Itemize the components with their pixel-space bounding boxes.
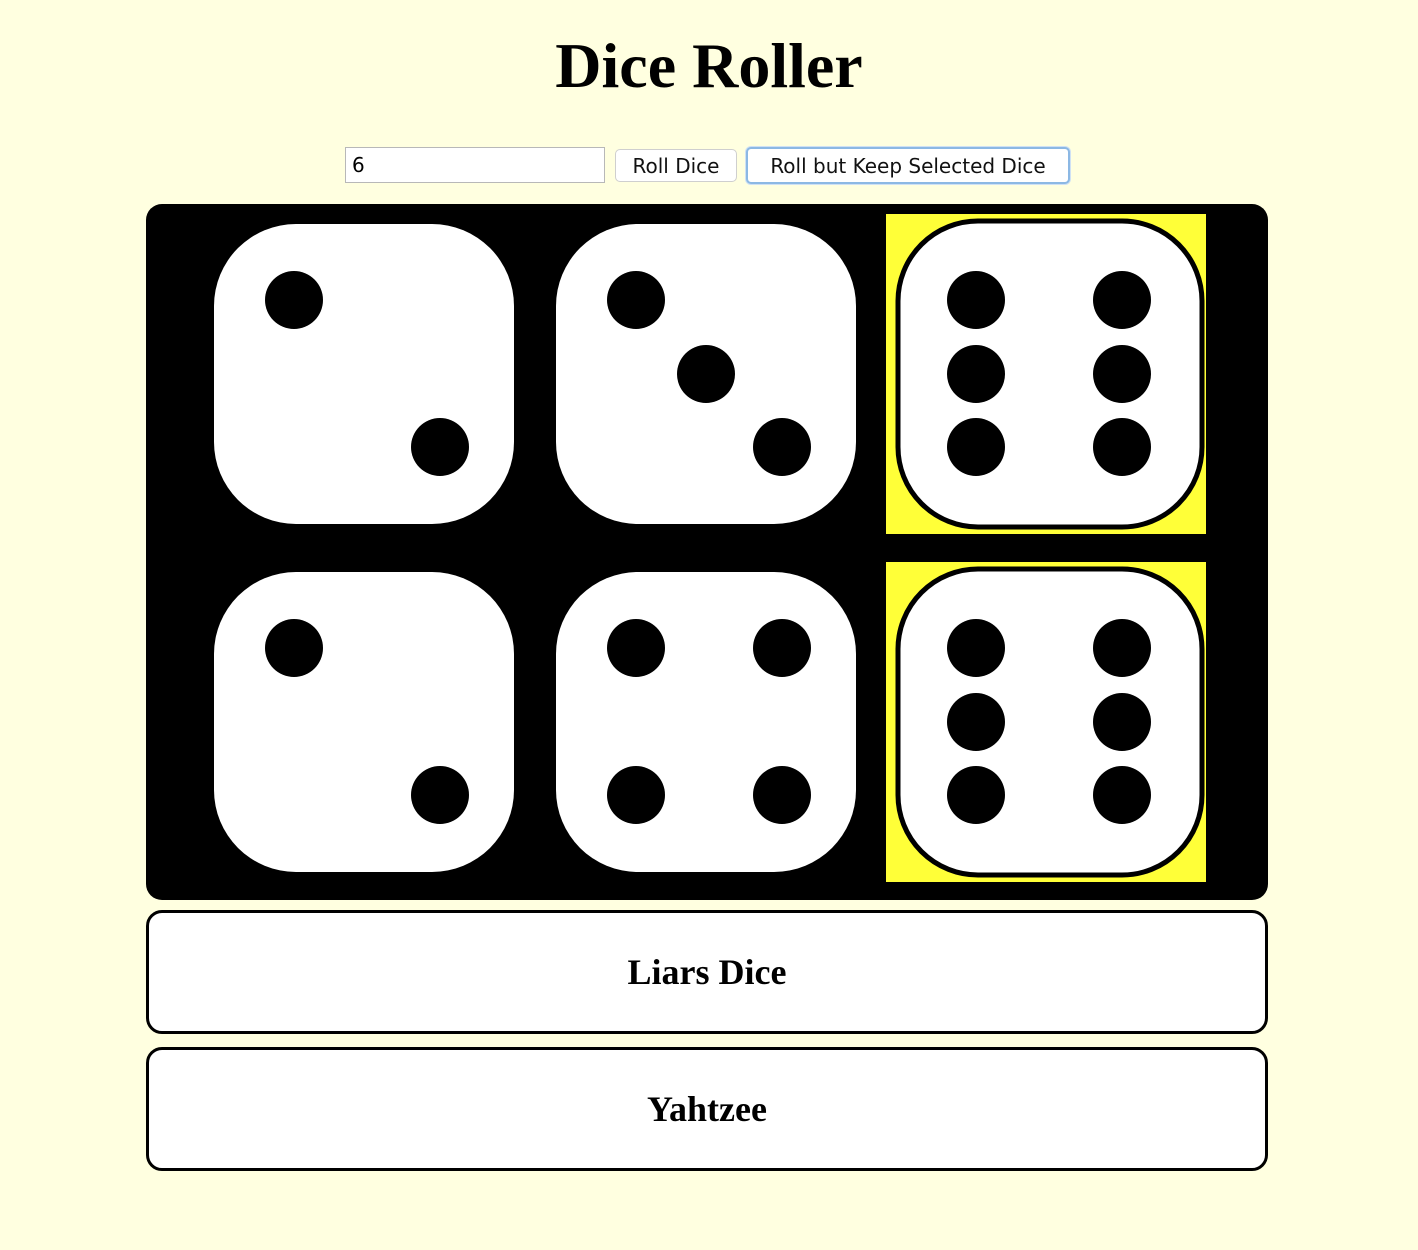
die-pip <box>1093 619 1151 677</box>
die-pip <box>753 418 811 476</box>
die-pip <box>1093 766 1151 824</box>
die-pip <box>411 418 469 476</box>
die-pip <box>947 766 1005 824</box>
die-body <box>556 572 856 872</box>
die-face <box>556 572 856 872</box>
die-pip <box>677 345 735 403</box>
die-pip <box>607 619 665 677</box>
liars-dice-button[interactable]: Liars Dice <box>146 910 1268 1034</box>
die-pip <box>411 766 469 824</box>
die-six-held[interactable] <box>886 214 1206 534</box>
die-pip <box>607 271 665 329</box>
die-face <box>214 224 514 524</box>
die-face <box>895 218 1205 530</box>
roll-dice-button[interactable]: Roll Dice <box>615 149 737 182</box>
die-pip <box>947 693 1005 751</box>
die-body <box>214 572 514 872</box>
roll-keep-selected-button[interactable]: Roll but Keep Selected Dice <box>746 147 1070 184</box>
die-body <box>895 566 1205 878</box>
die-three[interactable] <box>546 214 866 534</box>
die-pip <box>753 619 811 677</box>
die-pip <box>1093 271 1151 329</box>
die-face <box>895 566 1205 878</box>
die-two[interactable] <box>204 562 524 882</box>
die-four[interactable] <box>546 562 866 882</box>
yahtzee-button[interactable]: Yahtzee <box>146 1047 1268 1171</box>
die-pip <box>947 271 1005 329</box>
die-face <box>214 572 514 872</box>
die-body <box>895 218 1205 530</box>
die-six-held[interactable] <box>886 562 1206 882</box>
dice-count-input[interactable] <box>345 147 605 183</box>
dice-board <box>146 204 1268 900</box>
dice-controls: Roll Dice Roll but Keep Selected Dice <box>0 147 1418 185</box>
die-pip <box>947 619 1005 677</box>
die-pip <box>947 345 1005 403</box>
die-face <box>556 224 856 524</box>
die-pip <box>265 619 323 677</box>
die-pip <box>947 418 1005 476</box>
die-body <box>214 224 514 524</box>
die-pip <box>1093 693 1151 751</box>
page-title: Dice Roller <box>555 30 863 101</box>
die-pip <box>265 271 323 329</box>
die-two[interactable] <box>204 214 524 534</box>
die-pip <box>1093 345 1151 403</box>
die-pip <box>607 766 665 824</box>
die-pip <box>753 766 811 824</box>
die-pip <box>1093 418 1151 476</box>
